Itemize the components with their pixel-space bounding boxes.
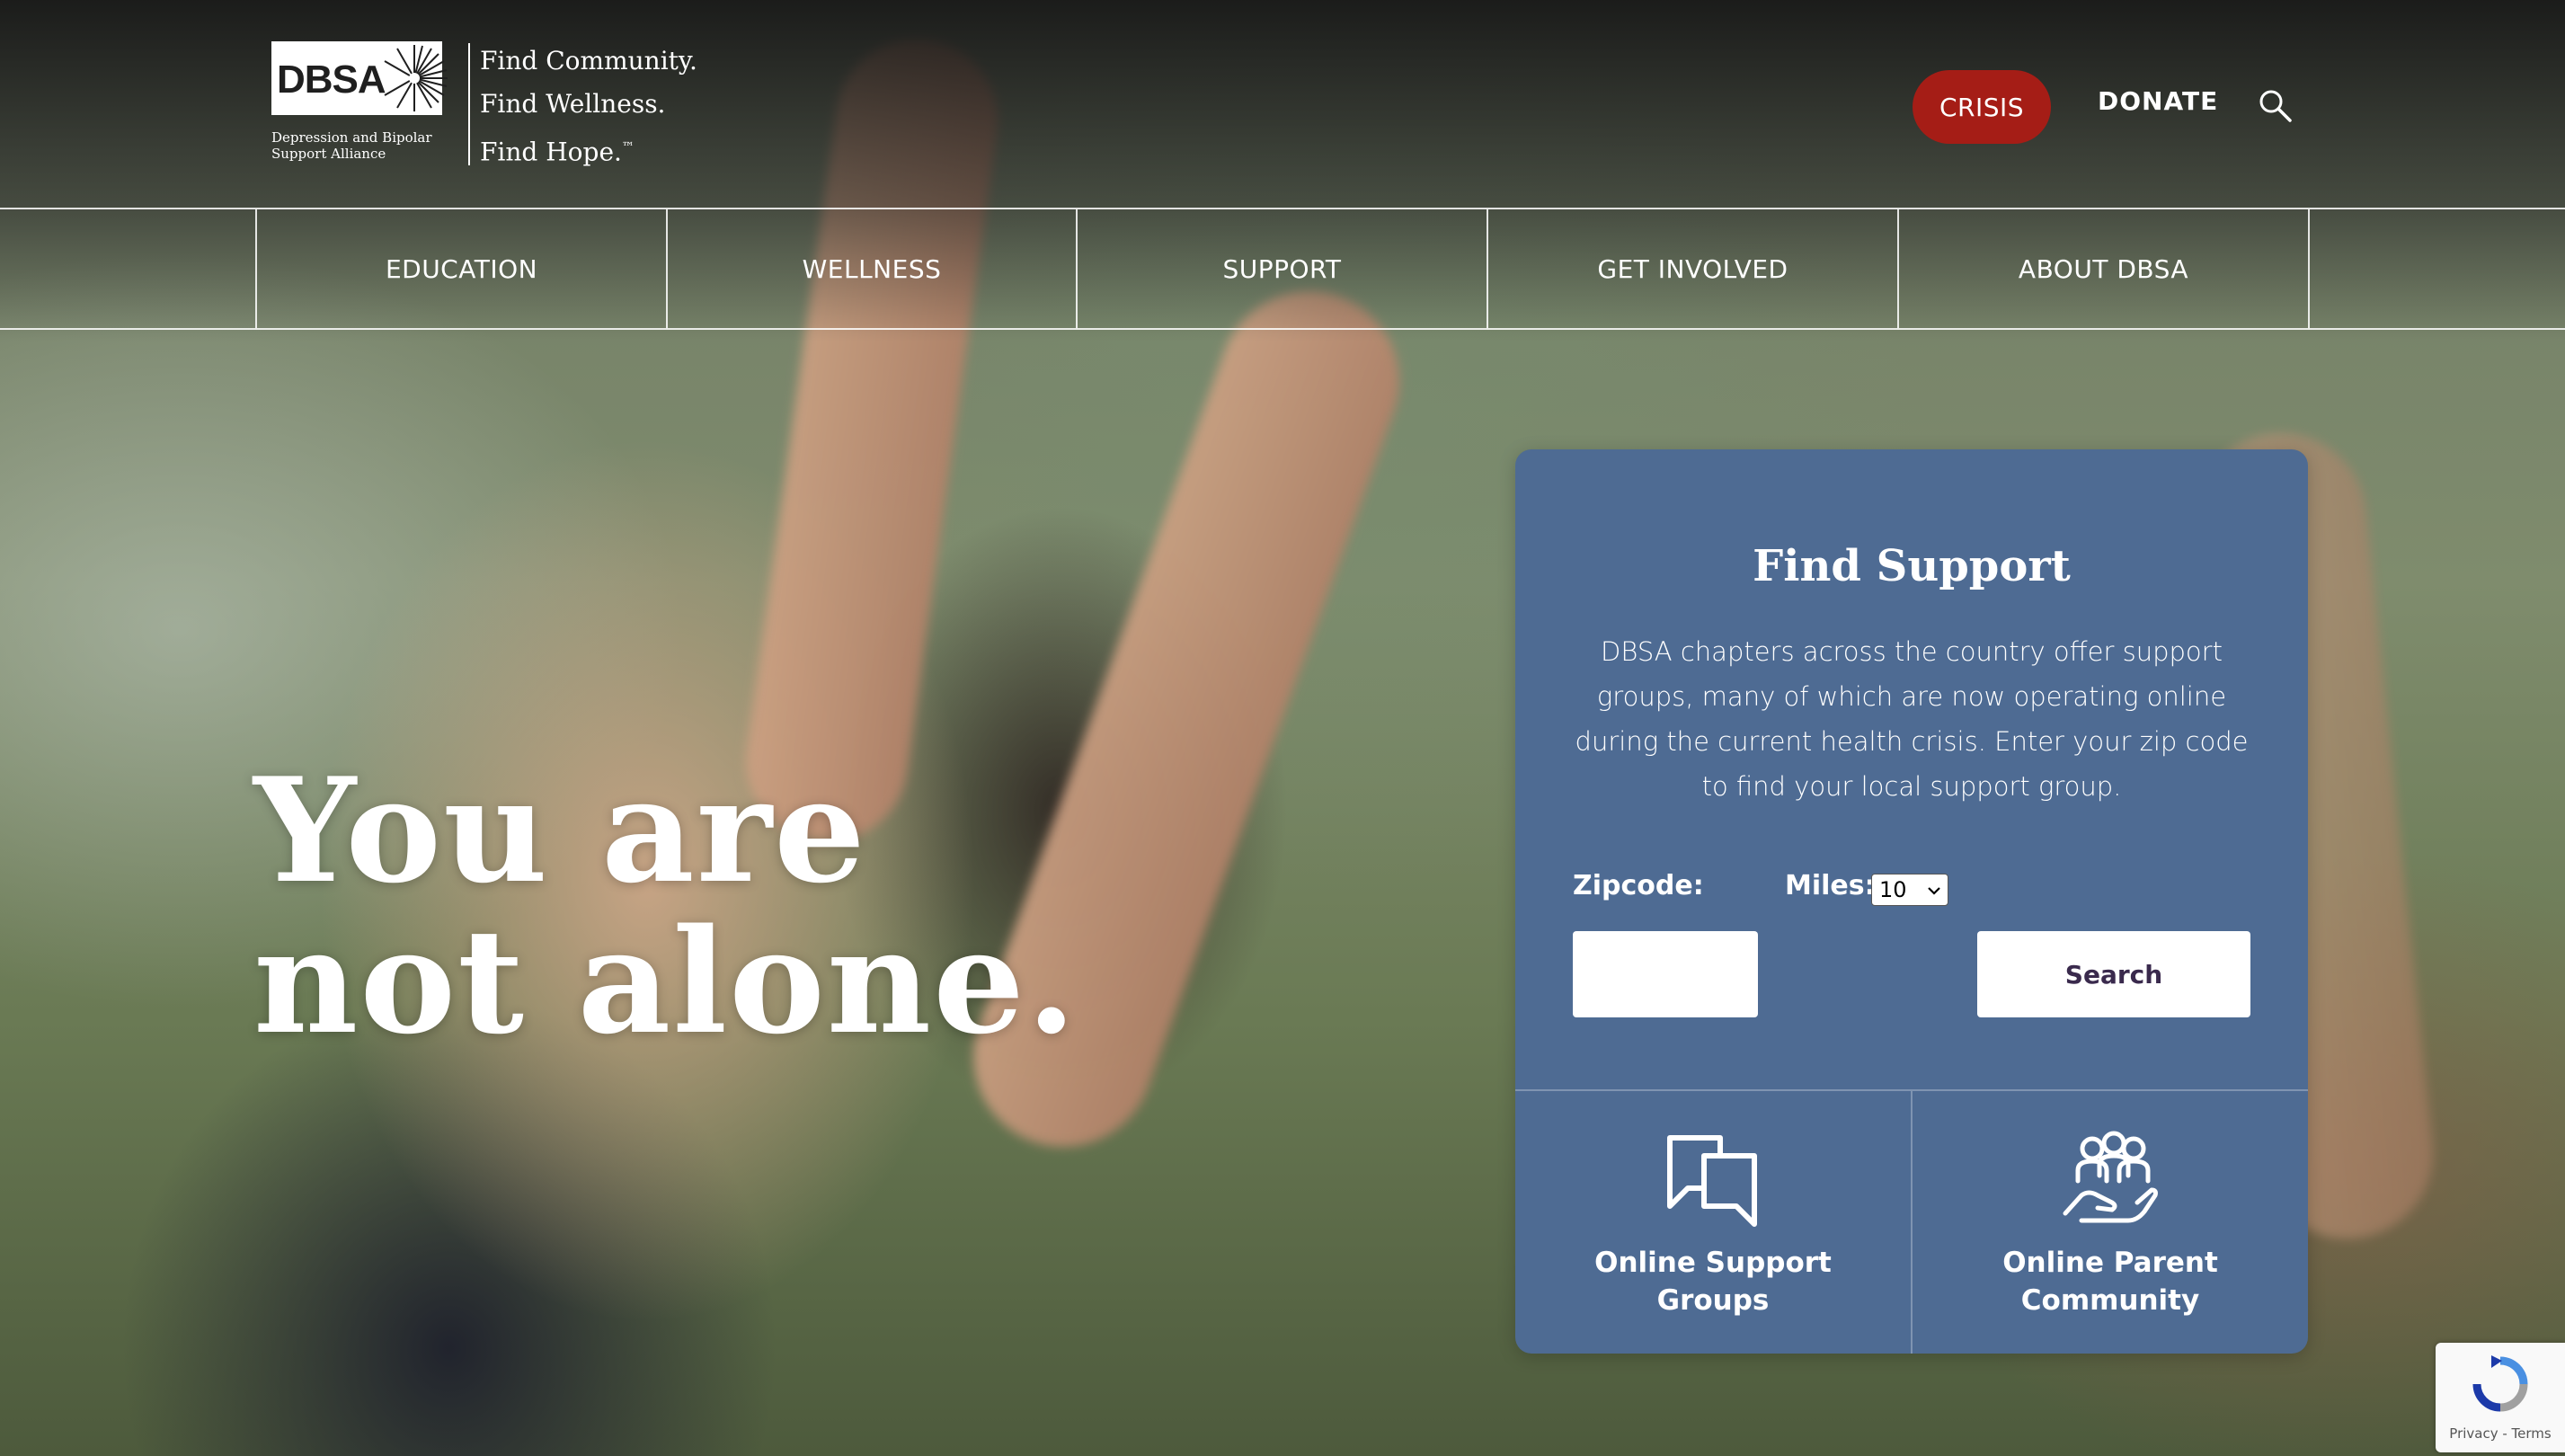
donate-link[interactable]: DONATE (2098, 86, 2218, 116)
hero-heading-line-1: You are (253, 746, 867, 915)
recaptcha-icon (2472, 1355, 2528, 1412)
online-support-groups-label: Online Support Groups (1515, 1244, 1911, 1319)
online-parent-community-link[interactable]: Online Parent Community (1913, 1091, 2308, 1354)
search-button[interactable]: Search (1977, 931, 2250, 1017)
nav-item-education[interactable]: EDUCATION (255, 209, 666, 328)
find-support-card: Find Support DBSA chapters across the co… (1515, 449, 2308, 1354)
logo-text: DBSA (277, 58, 386, 102)
trademark-symbol: ™ (621, 140, 635, 155)
zipcode-label: Zipcode: (1573, 870, 1704, 901)
starburst-icon (384, 45, 448, 111)
miles-select[interactable]: 10 (1871, 874, 1948, 906)
online-parent-community-label-line-2: Community (2020, 1284, 2200, 1317)
community-hand-icon (2063, 1131, 2158, 1223)
crisis-button[interactable]: CRISIS (1913, 70, 2051, 144)
tagline-line-1: Find Community. (480, 46, 697, 75)
online-parent-community-label: Online Parent Community (1913, 1244, 2308, 1319)
online-support-groups-label-line-2: Groups (1656, 1284, 1770, 1317)
online-support-groups-label-line-1: Online Support (1594, 1247, 1832, 1279)
miles-label: Miles: (1785, 870, 1876, 901)
tagline-line-3: Find Hope.™ (480, 126, 697, 173)
tagline: Find Community. Find Wellness. Find Hope… (480, 40, 697, 173)
dbsa-logo[interactable]: DBSA Depression and Bipolar Support Alli… (271, 41, 469, 167)
logo-divider (468, 43, 470, 165)
miles-selected-value: 10 (1879, 877, 1907, 902)
recaptcha-badge[interactable]: Privacy - Terms (2436, 1343, 2565, 1452)
nav-item-get-involved[interactable]: GET INVOLVED (1487, 209, 1897, 328)
chevron-down-icon (1928, 887, 1940, 895)
recaptcha-privacy-terms[interactable]: Privacy - Terms (2436, 1425, 2565, 1442)
hero-heading-line-2: not alone. (253, 897, 1078, 1066)
site-header: DBSA Depression and Bipolar Support Alli… (0, 0, 2565, 209)
nav-item-about-dbsa[interactable]: ABOUT DBSA (1897, 209, 2310, 328)
tagline-line-3-text: Find Hope. (480, 137, 622, 167)
search-icon[interactable] (2258, 88, 2294, 124)
hero-heading: You are not alone. (253, 755, 1078, 1057)
find-support-description: DBSA chapters across the country offer s… (1575, 636, 2249, 802)
zipcode-input[interactable] (1573, 931, 1758, 1017)
nav-item-support[interactable]: SUPPORT (1076, 209, 1487, 328)
online-support-groups-link[interactable]: Online Support Groups (1515, 1091, 1911, 1354)
nav-item-wellness[interactable]: WELLNESS (666, 209, 1076, 328)
logo-subtitle: Depression and Bipolar Support Alliance (271, 129, 432, 162)
main-nav: EDUCATION WELLNESS SUPPORT GET INVOLVED … (0, 208, 2565, 330)
tagline-line-2: Find Wellness. (480, 89, 666, 119)
chat-bubbles-icon (1667, 1135, 1757, 1227)
find-support-title: Find Support (1753, 541, 2071, 591)
online-parent-community-label-line-1: Online Parent (2002, 1247, 2218, 1279)
